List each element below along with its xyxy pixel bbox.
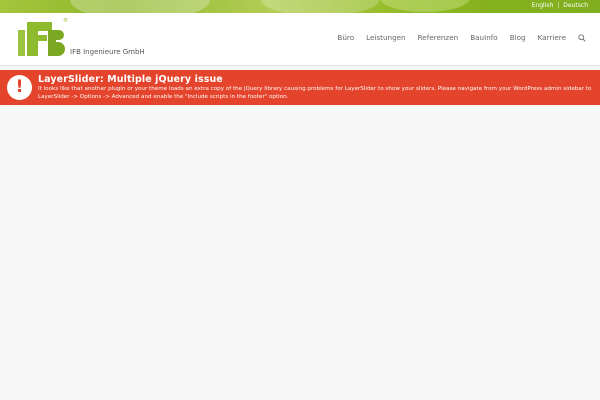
logo-mark-bar <box>56 42 65 56</box>
nav-item-bauinfo[interactable]: BauInfo <box>470 33 498 42</box>
nav-item-karriere[interactable]: Karriere <box>538 33 566 42</box>
site-header: ® IFB Ingenieure GmbH Büro Leistungen Re… <box>0 13 600 66</box>
banner-decoration <box>260 0 380 13</box>
search-icon[interactable] <box>578 33 586 42</box>
language-switcher: English | Deutsch <box>532 2 588 9</box>
alert-title: LayerSlider: Multiple jQuery issue <box>38 74 223 85</box>
page-content-area <box>0 105 600 400</box>
logo-mark-bar <box>56 30 64 40</box>
nav-item-leistungen[interactable]: Leistungen <box>366 33 406 42</box>
nav-item-referenzen[interactable]: Referenzen <box>418 33 459 42</box>
layerslider-error-banner: ! LayerSlider: Multiple jQuery issue It … <box>0 70 600 105</box>
main-navigation: Büro Leistungen Referenzen BauInfo Blog … <box>337 33 586 42</box>
language-deutsch-link[interactable]: Deutsch <box>563 2 588 9</box>
nav-item-blog[interactable]: Blog <box>510 33 526 42</box>
logo-company-name: IFB Ingenieure GmbH <box>70 48 145 56</box>
banner-decoration <box>380 0 470 12</box>
nav-item-buero[interactable]: Büro <box>337 33 354 42</box>
language-english-link[interactable]: English <box>532 2 554 9</box>
language-separator: | <box>557 2 560 9</box>
banner-decoration <box>70 0 210 13</box>
logo-registered-mark: ® <box>63 18 68 24</box>
exclamation-icon: ! <box>7 75 32 100</box>
logo-mark-bar <box>48 30 56 56</box>
site-logo[interactable]: ® IFB Ingenieure GmbH <box>18 18 148 64</box>
logo-mark-bar <box>18 30 25 56</box>
logo-mark-bar <box>38 35 47 41</box>
top-bar: English | Deutsch <box>0 0 600 13</box>
alert-message: It looks like that another plugin or you… <box>38 86 592 100</box>
logo-mark-bar <box>27 22 38 56</box>
search-icon-graphic <box>578 33 586 42</box>
